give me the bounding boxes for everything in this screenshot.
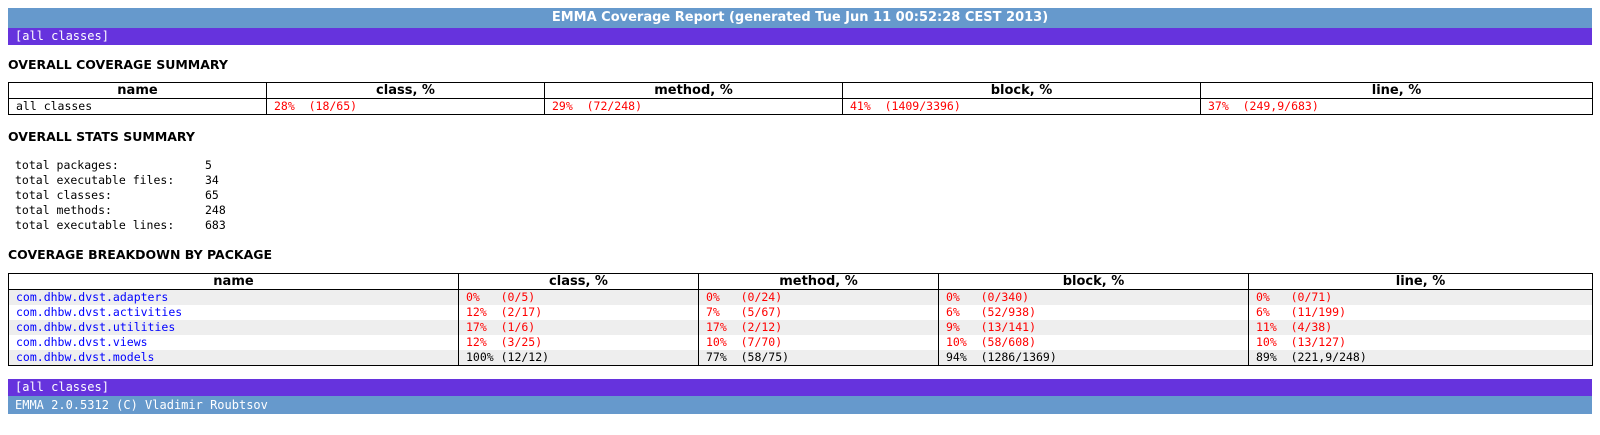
package-cell: com.dhbw.dvst.models xyxy=(8,350,459,366)
stats-list: total packages: 5 total executable files:… xyxy=(8,158,1592,233)
stat-value: 34 xyxy=(205,173,219,187)
column-header-method: method, % xyxy=(544,82,843,99)
stat-label: total methods: xyxy=(15,203,112,217)
class-coverage: 28% (18/65) xyxy=(266,98,545,115)
method-coverage: 77% (58/75) xyxy=(698,350,939,366)
block-coverage: 10% (58/608) xyxy=(938,335,1249,350)
line-coverage: 10% (13/127) xyxy=(1248,335,1593,350)
class-coverage: 17% (1/6) xyxy=(458,320,699,335)
package-link[interactable]: com.dhbw.dvst.models xyxy=(16,350,154,364)
line-coverage: 11% (4/38) xyxy=(1248,320,1593,335)
package-link[interactable]: com.dhbw.dvst.activities xyxy=(16,305,182,319)
footer-credit: EMMA 2.0.5312 (C) Vladimir Roubtsov xyxy=(8,396,1592,414)
stat-value: 683 xyxy=(205,218,226,232)
overall-coverage-heading: OVERALL COVERAGE SUMMARY xyxy=(8,57,228,72)
column-header-method: method, % xyxy=(698,273,939,290)
package-cell: com.dhbw.dvst.adapters xyxy=(8,289,459,305)
table-row: com.dhbw.dvst.adapters 0% (0/5) 0% (0/24… xyxy=(8,289,1593,305)
overall-coverage-table: name class, % method, % block, % line, %… xyxy=(8,82,1593,115)
class-coverage: 12% (3/25) xyxy=(458,335,699,350)
line-coverage: 37% (249,9/683) xyxy=(1200,98,1593,115)
table-row: com.dhbw.dvst.utilities 17% (1/6) 17% (2… xyxy=(8,320,1593,335)
line-coverage: 6% (11/199) xyxy=(1248,305,1593,320)
stat-label: total packages: xyxy=(15,158,119,172)
method-coverage: 17% (2/12) xyxy=(698,320,939,335)
column-header-line: line, % xyxy=(1200,82,1593,99)
report-title: EMMA Coverage Report (generated Tue Jun … xyxy=(8,8,1592,28)
method-coverage: 29% (72/248) xyxy=(544,98,843,115)
stat-label: total classes: xyxy=(15,188,112,202)
column-header-block: block, % xyxy=(842,82,1201,99)
column-header-name: name xyxy=(8,273,459,290)
column-header-line: line, % xyxy=(1248,273,1593,290)
all-classes-link[interactable]: [all classes] xyxy=(15,380,109,394)
package-link[interactable]: com.dhbw.dvst.utilities xyxy=(16,320,175,334)
block-coverage: 6% (52/938) xyxy=(938,305,1249,320)
package-link[interactable]: com.dhbw.dvst.views xyxy=(16,335,148,349)
block-coverage: 0% (0/340) xyxy=(938,289,1249,305)
all-classes-link[interactable]: [all classes] xyxy=(15,29,109,43)
list-item: total executable files: 34 xyxy=(15,173,1592,188)
line-coverage: 89% (221,9/248) xyxy=(1248,350,1593,366)
package-breakdown-heading: COVERAGE BREAKDOWN BY PACKAGE xyxy=(8,247,273,262)
column-header-class: class, % xyxy=(458,273,699,290)
table-row: com.dhbw.dvst.views 12% (3/25) 10% (7/70… xyxy=(8,335,1593,350)
table-row: all classes 28% (18/65) 29% (72/248) 41%… xyxy=(8,98,1593,115)
package-link[interactable]: com.dhbw.dvst.adapters xyxy=(16,290,168,304)
column-header-block: block, % xyxy=(938,273,1249,290)
table-row: com.dhbw.dvst.activities 12% (2/17) 7% (… xyxy=(8,305,1593,320)
row-name: all classes xyxy=(8,98,267,115)
method-coverage: 10% (7/70) xyxy=(698,335,939,350)
column-header-class: class, % xyxy=(266,82,545,99)
table-header-row: name class, % method, % block, % line, % xyxy=(8,82,1593,99)
stat-value: 65 xyxy=(205,188,219,202)
class-coverage: 100% (12/12) xyxy=(458,350,699,366)
column-header-name: name xyxy=(8,82,267,99)
package-cell: com.dhbw.dvst.views xyxy=(8,335,459,350)
stat-label: total executable files: xyxy=(15,173,175,187)
list-item: total methods: 248 xyxy=(15,203,1592,218)
class-coverage: 0% (0/5) xyxy=(458,289,699,305)
block-coverage: 9% (13/141) xyxy=(938,320,1249,335)
table-row: com.dhbw.dvst.models 100% (12/12) 77% (5… xyxy=(8,350,1593,366)
stat-value: 5 xyxy=(205,158,212,172)
stat-label: total executable lines: xyxy=(15,218,175,232)
list-item: total classes: 65 xyxy=(15,188,1592,203)
list-item: total executable lines: 683 xyxy=(15,218,1592,233)
bottom-nav-bar: [all classes] xyxy=(8,379,1592,396)
package-coverage-table: name class, % method, % block, % line, %… xyxy=(8,273,1593,366)
method-coverage: 7% (5/67) xyxy=(698,305,939,320)
report-page: EMMA Coverage Report (generated Tue Jun … xyxy=(8,8,1593,414)
table-header-row: name class, % method, % block, % line, % xyxy=(8,273,1593,290)
line-coverage: 0% (0/71) xyxy=(1248,289,1593,305)
class-coverage: 12% (2/17) xyxy=(458,305,699,320)
package-cell: com.dhbw.dvst.utilities xyxy=(8,320,459,335)
block-coverage: 41% (1409/3396) xyxy=(842,98,1201,115)
list-item: total packages: 5 xyxy=(15,158,1592,173)
package-cell: com.dhbw.dvst.activities xyxy=(8,305,459,320)
stat-value: 248 xyxy=(205,203,226,217)
top-nav-bar: [all classes] xyxy=(8,28,1592,45)
overall-stats-heading: OVERALL STATS SUMMARY xyxy=(8,129,195,144)
block-coverage: 94% (1286/1369) xyxy=(938,350,1249,366)
method-coverage: 0% (0/24) xyxy=(698,289,939,305)
